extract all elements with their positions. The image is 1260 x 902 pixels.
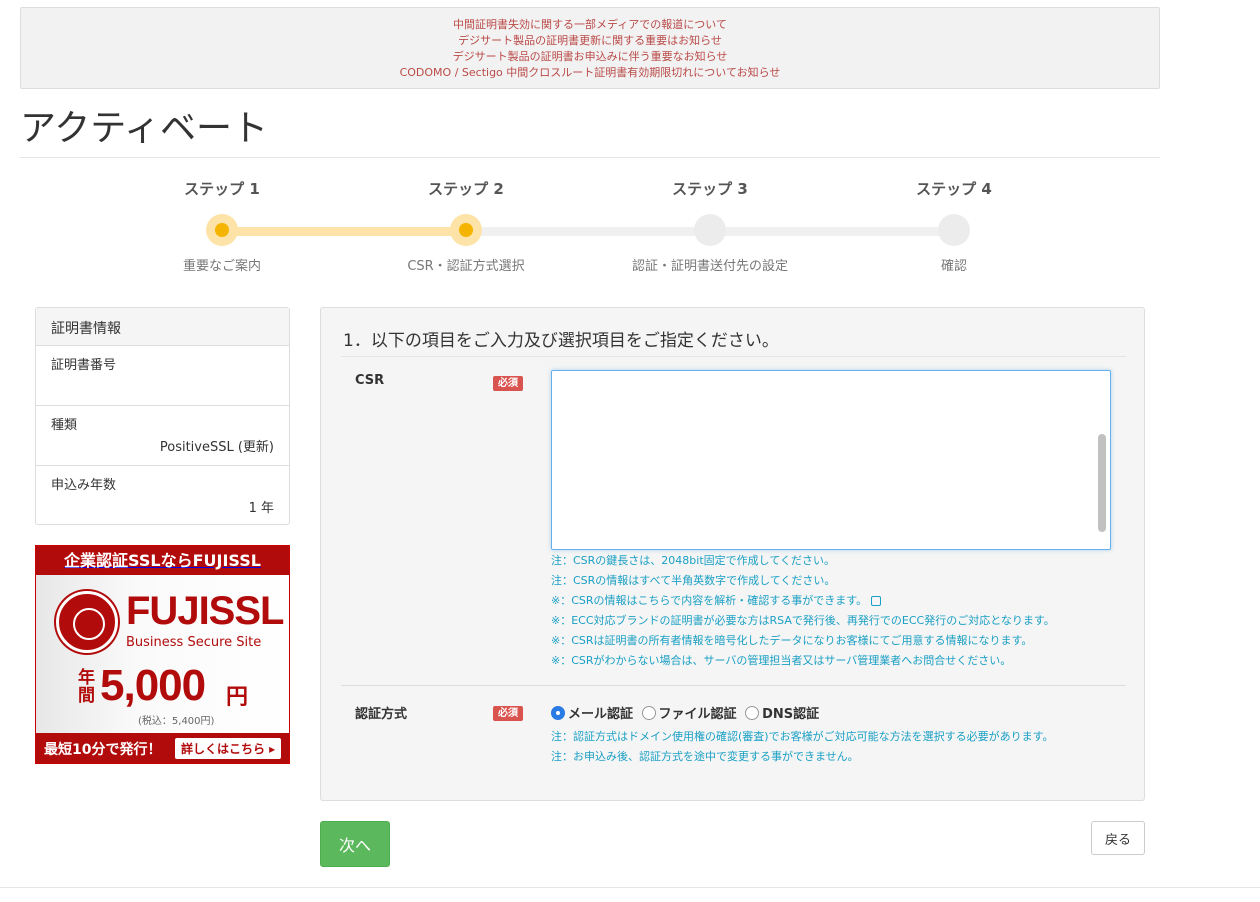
radio-dns-auth[interactable]: DNS認証: [745, 703, 819, 722]
banner-fast: 最短10分で発行！: [44, 742, 162, 758]
divider: [0, 887, 1260, 888]
step-4: ステップ 4 確認: [832, 176, 1076, 276]
csr-note: 注：CSRの鍵長さは、2048bit固定で作成してください。: [551, 554, 835, 567]
required-badge: 必須: [493, 706, 523, 721]
cert-type-label: 種類: [51, 418, 78, 433]
csr-scrollbar[interactable]: [1098, 434, 1106, 532]
divider: [341, 685, 1126, 686]
step-progress: ステップ 1 重要なご案内 ステップ 2 CSR・認証方式選択 ステップ 3 認…: [100, 176, 1080, 286]
divider: [341, 356, 1126, 357]
banner-yen: 円: [226, 685, 249, 710]
step-desc: 重要なご案内: [182, 259, 261, 274]
csr-note-text: ※：CSRの情報はこちらで内容を解析・確認する事ができます。: [551, 594, 868, 607]
banner-headline: 企業認証SSLならFUJISSL: [36, 546, 289, 575]
cert-number-label: 証明書番号: [51, 358, 117, 373]
notice-link[interactable]: CODOMO / Sectigo 中間クロスルート証明書有効期限切れについてお知…: [21, 65, 1159, 81]
radio-label: ファイル認証: [658, 707, 737, 722]
cert-years-value: 1 年: [248, 501, 274, 516]
cert-years-label: 申込み年数: [51, 478, 117, 493]
banner-tax: (税込：5,400円): [138, 716, 215, 727]
divider: [20, 157, 1160, 158]
cert-years-row: 申込み年数 1 年: [36, 466, 289, 526]
cert-info-heading: 証明書情報: [36, 308, 289, 346]
banner-footer: 最短10分で発行！ 詳しくはこちら ▸: [36, 733, 289, 763]
radio-file-auth[interactable]: ファイル認証: [641, 703, 737, 722]
step-name: ステップ 3: [672, 180, 748, 198]
csr-note: ※：ECC対応ブランドの証明書が必要な方はRSAで発行後、再発行でのECC発行の…: [551, 614, 1055, 627]
step-dot-complete: [206, 214, 238, 246]
csr-note: ※：CSRは証明書の所有者情報を暗号化したデータになりお客様にてご用意する情報に…: [551, 634, 1033, 647]
auth-note: 注：お申込み後、認証方式を途中で変更する事ができません。: [551, 750, 859, 763]
csr-form-panel: 1．以下の項目をご入力及び選択項目をご指定ください。 CSR 必須 注：CSRの…: [320, 307, 1145, 801]
csr-textarea[interactable]: [551, 370, 1111, 550]
step-dot-current: [450, 214, 482, 246]
radio-email-auth[interactable]: メール認証: [551, 703, 633, 722]
csr-label: CSR: [355, 373, 385, 388]
step-name: ステップ 1: [184, 180, 260, 198]
auth-note: 注：認証方式はドメイン使用権の確認(審査)でお客様がご対応可能な方法を選択する必…: [551, 730, 1054, 743]
radio-label: メール認証: [568, 707, 634, 722]
step-name: ステップ 2: [428, 180, 504, 198]
cert-number-row: 証明書番号: [36, 346, 289, 406]
csr-notes: 注：CSRの鍵長さは、2048bit固定で作成してください。 注：CSRの情報は…: [551, 551, 1055, 671]
radio-selected-icon[interactable]: [551, 705, 565, 720]
cert-info-panel: 証明書情報 証明書番号 種類 PositiveSSL (更新) 申込み年数 1 …: [35, 307, 290, 525]
notice-link[interactable]: 中間証明書失効に関する一部メディアでの報道について: [21, 17, 1159, 33]
step-1: ステップ 1 重要なご案内: [100, 176, 344, 276]
radio-label: DNS認証: [762, 707, 820, 722]
step-dot-pending: [694, 214, 726, 246]
auth-notes: 注：認証方式はドメイン使用権の確認(審査)でお客様がご対応可能な方法を選択する必…: [551, 727, 1053, 767]
page-title: アクティベート: [20, 108, 269, 149]
banner-tagline: Business Secure Site: [126, 635, 262, 650]
notice-link[interactable]: デジサート製品の証明書更新に関する重要はお知らせ: [21, 33, 1159, 49]
step-2: ステップ 2 CSR・認証方式選択: [344, 176, 588, 276]
auth-method-label: 認証方式: [355, 707, 408, 722]
step-dot-pending: [938, 214, 970, 246]
step-name: ステップ 4: [916, 180, 992, 198]
csr-note: 注：CSRの情報はすべて半角英数字で作成してください。: [551, 574, 836, 587]
radio-unselected-icon[interactable]: [745, 705, 760, 720]
next-button[interactable]: 次へ: [320, 821, 390, 867]
banner-brand: FUJISSL: [126, 589, 284, 633]
step-desc: 確認: [940, 259, 967, 274]
banner-body: FUJISSL Business Secure Site 年間 5,000 円 …: [36, 575, 289, 733]
csr-note-link[interactable]: ※：CSRの情報はこちらで内容を解析・確認する事ができます。: [551, 591, 1055, 611]
cert-type-row: 種類 PositiveSSL (更新): [36, 406, 289, 466]
fujissl-ad-banner[interactable]: 企業認証SSLならFUJISSL FUJISSL Business Secure…: [35, 545, 290, 764]
banner-price: 5,000: [100, 661, 206, 710]
radio-unselected-icon[interactable]: [641, 705, 656, 720]
auth-method-radio-group: メール認証 ファイル認証 DNS認証: [551, 703, 823, 724]
step-desc: 認証・証明書送付先の設定: [631, 259, 788, 274]
step-desc: CSR・認証方式選択: [407, 259, 525, 274]
required-badge: 必須: [493, 376, 523, 391]
external-link-icon[interactable]: [871, 596, 882, 606]
notice-box: 中間証明書失効に関する一部メディアでの報道について デジサート製品の証明書更新に…: [20, 7, 1160, 89]
cert-type-value: PositiveSSL (更新): [159, 440, 274, 455]
fujissl-logo-icon: [56, 591, 118, 653]
notice-link[interactable]: デジサート製品の証明書お申込みに伴う重要なお知らせ: [21, 49, 1159, 65]
csr-note: ※：CSRがわからない場合は、サーバの管理担当者又はサーバ管理業者へお問合せくだ…: [551, 654, 1012, 667]
banner-detail-button[interactable]: 詳しくはこちら ▸: [175, 738, 282, 759]
back-button[interactable]: 戻る: [1091, 821, 1145, 855]
step-3: ステップ 3 認証・証明書送付先の設定: [588, 176, 832, 276]
banner-per-year: 年間: [78, 668, 95, 706]
form-heading: 1．以下の項目をご入力及び選択項目をご指定ください。: [343, 331, 779, 351]
